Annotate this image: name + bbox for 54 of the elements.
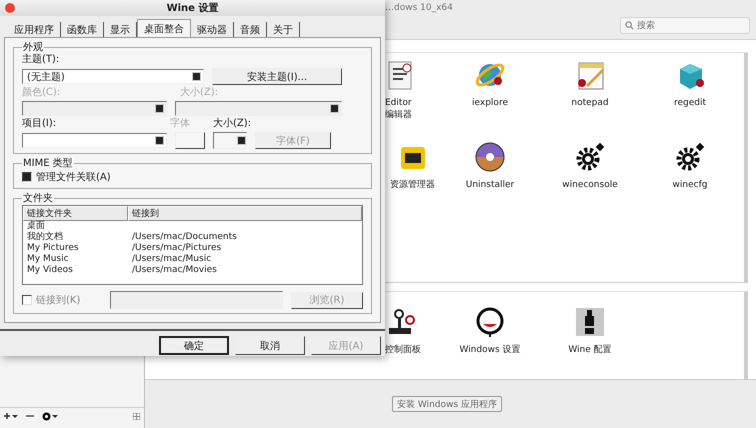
field-label: 大小(Z):	[180, 87, 218, 99]
folder-path: /Users/mac/Movies	[132, 265, 218, 276]
checkbox[interactable]: 管理文件关联(A)	[22, 170, 363, 184]
app-label[interactable]: iexplore	[472, 97, 508, 109]
app-label[interactable]: Uninstaller	[466, 179, 514, 191]
folder-name[interactable]: My Music	[27, 254, 132, 265]
app-label[interactable]: 控制面板	[385, 344, 421, 356]
field-label: 项目(I):	[22, 118, 58, 130]
dialog-title: Wine 设置	[166, 2, 218, 15]
field-label: 颜色(C):	[22, 87, 62, 99]
bottle-icon	[574, 306, 606, 338]
group-title: 文件夹	[22, 192, 54, 205]
path-field[interactable]	[110, 291, 283, 309]
app-label[interactable]: winecfg	[672, 179, 708, 191]
group-title: 外观	[22, 41, 44, 54]
disc-icon	[474, 141, 506, 173]
field-label: 字体	[170, 118, 191, 130]
spin-box[interactable]	[213, 132, 247, 149]
dial-icon	[474, 306, 506, 338]
window-title: …dows 10_x64	[385, 2, 454, 15]
install-button[interactable]: 安装 Windows 应用程序	[392, 396, 502, 412]
folder-name[interactable]: 我的文档	[27, 232, 132, 243]
install-theme-button[interactable]: 安装主题(I)...	[212, 68, 342, 85]
app-label[interactable]: notepad	[571, 97, 609, 109]
app-label[interactable]: Editor 编辑器	[385, 97, 412, 121]
folder-name[interactable]: My Videos	[27, 265, 132, 276]
app-label[interactable]: wineconsole	[562, 179, 618, 191]
folder-name[interactable]: 桌面	[27, 221, 132, 232]
dropdown[interactable]: (无主题)	[22, 69, 204, 84]
value-field	[175, 132, 205, 149]
dialog-button[interactable]: 取消	[235, 336, 305, 355]
gear-icon	[674, 141, 706, 173]
folder-name[interactable]: My Pictures	[27, 243, 132, 254]
folder-path: /Users/mac/Music	[132, 254, 212, 265]
column-header[interactable]: 链接到	[128, 206, 362, 221]
add-icon[interactable]	[4, 412, 18, 420]
tab[interactable]: 桌面整合	[137, 19, 191, 37]
gear-icon	[574, 141, 606, 173]
gear-icon[interactable]	[42, 412, 58, 420]
search-field[interactable]: 搜索	[620, 17, 750, 34]
grid-icon[interactable]	[133, 412, 140, 420]
app-label[interactable]: Windows 设置	[459, 344, 521, 356]
app-label[interactable]: Wine 配置	[568, 344, 612, 356]
column-header[interactable]: 链接文件夹	[23, 206, 128, 221]
field-label: 大小(Z):	[213, 118, 252, 130]
folder-path: /Users/mac/Documents	[132, 232, 238, 243]
app-label[interactable]: 资源管理器	[390, 179, 435, 191]
dropdown[interactable]	[22, 133, 167, 148]
close-button[interactable]	[5, 3, 15, 13]
group-title: MIME 类型	[22, 156, 74, 170]
app-label[interactable]: regedit	[674, 97, 706, 109]
field-label: 主题(T):	[22, 54, 60, 66]
dialog-button[interactable]: 确定	[159, 336, 229, 355]
folder-path: /Users/mac/Pictures	[132, 243, 222, 254]
